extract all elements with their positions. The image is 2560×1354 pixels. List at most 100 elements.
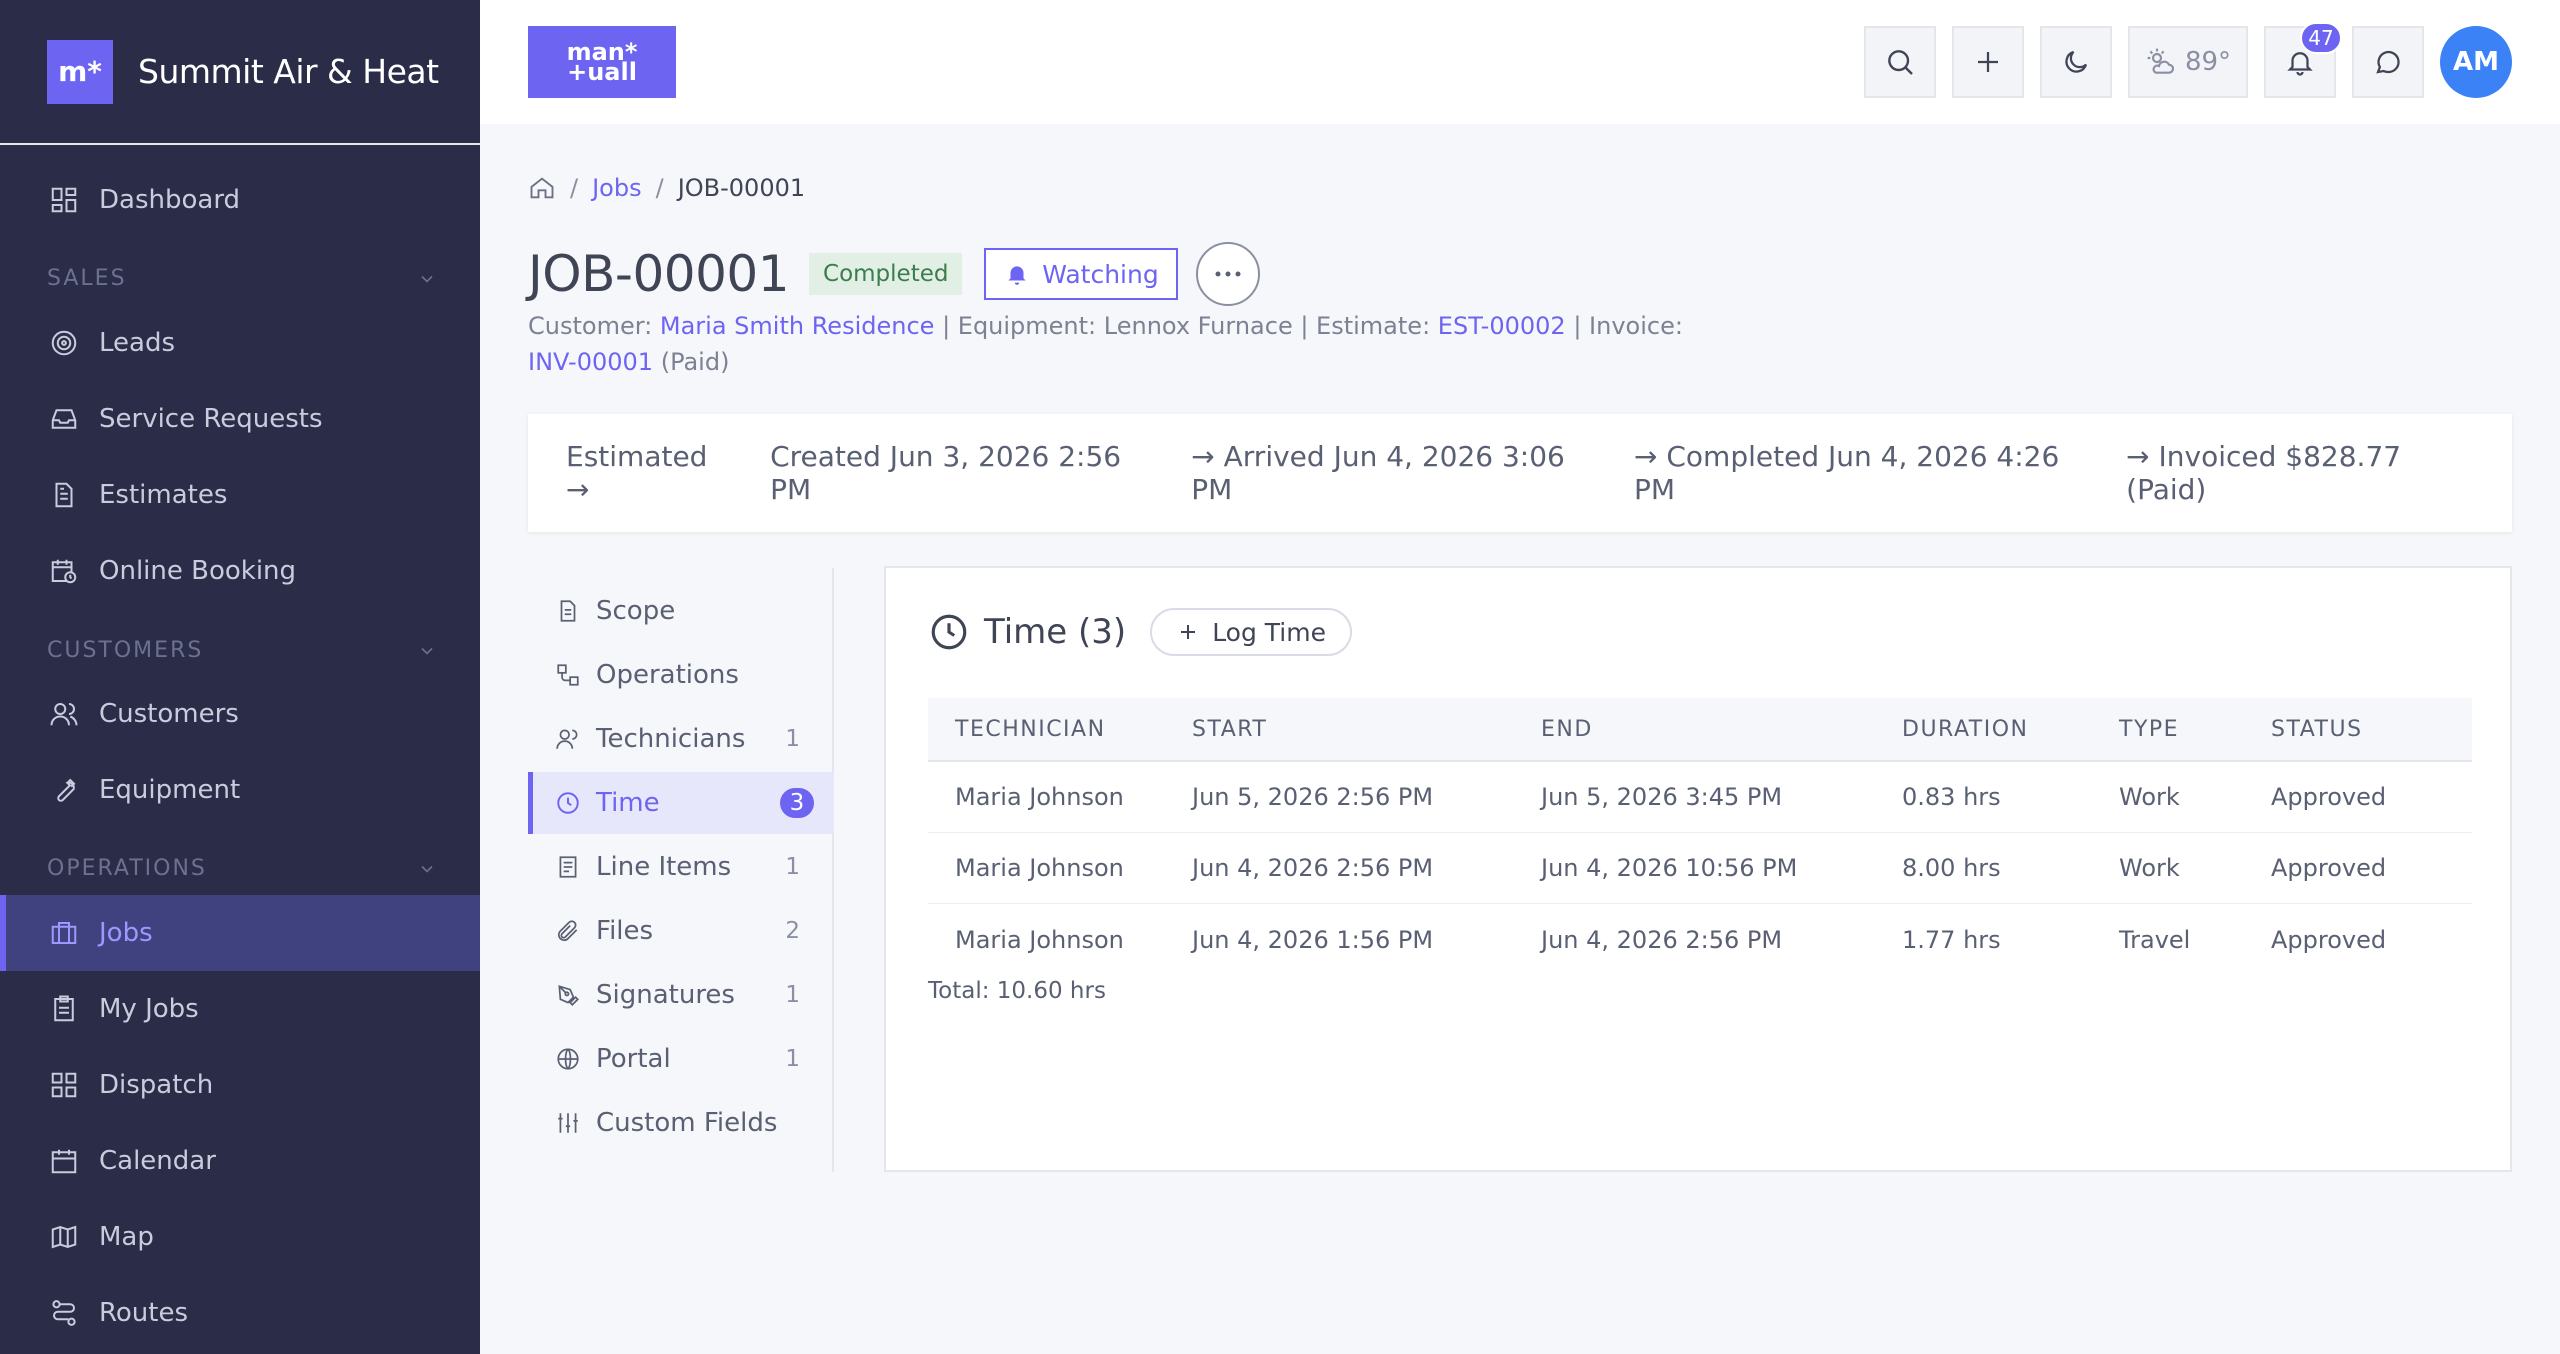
table-row[interactable]: Maria Johnson Jun 5, 2026 2:56 PM Jun 5,…	[928, 762, 2472, 833]
tab-time[interactable]: Time 3	[528, 772, 834, 834]
tab-label: Time	[596, 788, 660, 818]
add-button[interactable]	[1952, 26, 2024, 98]
tab-technicians[interactable]: Technicians 1	[528, 708, 834, 770]
plus-icon	[1176, 620, 1200, 644]
clipboard-icon	[47, 992, 81, 1026]
dark-mode-button[interactable]	[2040, 26, 2112, 98]
more-actions-button[interactable]	[1196, 242, 1261, 306]
search-button[interactable]	[1864, 26, 1936, 98]
time-table: TECHNICIAN START END DURATION TYPE STATU…	[928, 698, 2472, 975]
sidebar-item-label: Map	[99, 1222, 154, 1252]
table-header: TECHNICIAN START END DURATION TYPE STATU…	[928, 698, 2472, 762]
sidebar-item-label: Jobs	[99, 918, 153, 948]
cell-start: Jun 4, 2026 1:56 PM	[1192, 925, 1434, 954]
weather-widget[interactable]: 89°	[2128, 26, 2248, 98]
section-operations[interactable]: OPERATIONS	[47, 856, 437, 881]
sidebar-item-service-requests[interactable]: Service Requests	[0, 381, 480, 457]
sidebar-item-calendar[interactable]: Calendar	[0, 1123, 480, 1199]
cell-end: Jun 4, 2026 10:56 PM	[1541, 854, 1798, 882]
cell-status: Approved	[2271, 783, 2387, 811]
tab-count: 2	[785, 918, 800, 944]
column-header[interactable]: STATUS	[2271, 717, 2461, 742]
tab-files[interactable]: Files 2	[528, 900, 834, 962]
topbar: man* +uall 89° 47 AM	[480, 0, 2560, 124]
tab-line-items[interactable]: Line Items 1	[528, 836, 834, 898]
column-header[interactable]: END	[1541, 717, 1902, 742]
timeline-step-arrived: → Arrived Jun 4, 2026 3:06 PM	[1191, 440, 1565, 506]
tab-custom-fields[interactable]: Custom Fields	[528, 1092, 834, 1154]
tab-count: 1	[785, 726, 800, 752]
sidebar: m* Summit Air & Heat Dashboard SALES Lea…	[0, 0, 480, 1354]
job-timeline: Estimated → Created Jun 3, 2026 2:56 PM …	[528, 414, 2512, 532]
page-title: JOB-00001	[528, 245, 790, 303]
sidebar-item-estimates[interactable]: Estimates	[0, 457, 480, 533]
timeline-step-estimated: Estimated →	[566, 440, 708, 506]
watching-button[interactable]: Watching	[984, 248, 1179, 300]
job-meta: Customer: Maria Smith Residence | Equipm…	[528, 308, 1728, 380]
cell-type: Travel	[2119, 925, 2191, 954]
log-time-label: Log Time	[1212, 617, 1326, 647]
section-label: CUSTOMERS	[47, 638, 204, 663]
plus-icon	[1973, 47, 2003, 77]
cell-status: Approved	[2271, 854, 2387, 882]
breadcrumb-separator: /	[655, 174, 664, 202]
users-icon	[554, 725, 582, 753]
tab-label: Operations	[596, 660, 739, 690]
breadcrumb-separator: /	[570, 174, 579, 202]
sidebar-item-label: Dashboard	[99, 185, 241, 215]
cell-status: Approved	[2271, 925, 2387, 954]
sidebar-item-leads[interactable]: Leads	[0, 305, 480, 381]
chevron-down-icon	[417, 641, 437, 661]
sidebar-item-equipment[interactable]: Equipment	[0, 752, 480, 828]
sidebar-item-jobs[interactable]: Jobs	[0, 895, 480, 971]
sidebar-item-dispatch[interactable]: Dispatch	[0, 1047, 480, 1123]
brand[interactable]: m* Summit Air & Heat	[0, 0, 480, 145]
customer-link[interactable]: Maria Smith Residence	[660, 312, 935, 340]
home-icon[interactable]	[528, 174, 556, 202]
breadcrumb-jobs[interactable]: Jobs	[592, 174, 642, 202]
sidebar-item-label: Leads	[99, 328, 176, 358]
cell-technician: Maria Johnson	[955, 783, 1124, 811]
search-icon	[1884, 46, 1916, 78]
sidebar-item-map[interactable]: Map	[0, 1199, 480, 1275]
invoice-link[interactable]: INV-00001	[528, 348, 653, 376]
timeline-step-invoiced: → Invoiced $828.77 (Paid)	[2126, 440, 2402, 506]
sidebar-item-label: Routes	[99, 1298, 189, 1328]
tab-label: Signatures	[596, 980, 735, 1010]
column-header[interactable]: TECHNICIAN	[928, 717, 1192, 742]
time-panel-title: Time (3)	[984, 612, 1127, 652]
column-header[interactable]: TYPE	[2119, 717, 2271, 742]
tab-label: Portal	[596, 1044, 671, 1074]
invoice-status: (Paid)	[660, 348, 730, 376]
user-avatar[interactable]: AM	[2440, 26, 2512, 98]
sidebar-item-dashboard[interactable]: Dashboard	[0, 162, 480, 238]
sidebar-item-label: Equipment	[99, 775, 241, 805]
tab-scope[interactable]: Scope	[528, 580, 834, 642]
sidebar-item-online-booking[interactable]: Online Booking	[0, 533, 480, 609]
log-time-button[interactable]: Log Time	[1150, 608, 1352, 656]
target-icon	[47, 326, 81, 360]
section-customers[interactable]: CUSTOMERS	[47, 638, 437, 663]
messages-button[interactable]	[2352, 26, 2424, 98]
app-logo[interactable]: man* +uall	[528, 26, 676, 98]
section-sales[interactable]: SALES	[47, 266, 437, 291]
cell-end: Jun 5, 2026 3:45 PM	[1541, 783, 1783, 811]
sidebar-item-routes[interactable]: Routes	[0, 1275, 480, 1351]
sidebar-item-customers[interactable]: Customers	[0, 676, 480, 752]
document-icon	[554, 597, 582, 625]
tab-portal[interactable]: Portal 1	[528, 1028, 834, 1090]
sidebar-item-my-jobs[interactable]: My Jobs	[0, 971, 480, 1047]
tab-operations[interactable]: Operations	[528, 644, 834, 706]
equipment-text: | Equipment: Lennox Furnace | Estimate:	[942, 312, 1431, 340]
tab-signatures[interactable]: Signatures 1	[528, 964, 834, 1026]
globe-icon	[554, 1045, 582, 1073]
table-row[interactable]: Maria Johnson Jun 4, 2026 2:56 PM Jun 4,…	[928, 833, 2472, 904]
estimate-link[interactable]: EST-00002	[1438, 312, 1566, 340]
table-row[interactable]: Maria Johnson Jun 4, 2026 1:56 PM Jun 4,…	[928, 904, 2472, 975]
cell-duration: 8.00 hrs	[1902, 854, 2001, 882]
invoice-label: | Invoice:	[1573, 312, 1683, 340]
column-header[interactable]: START	[1192, 717, 1541, 742]
notifications-button[interactable]: 47	[2264, 22, 2342, 98]
weather-temp: 89°	[2184, 47, 2232, 77]
column-header[interactable]: DURATION	[1902, 717, 2119, 742]
